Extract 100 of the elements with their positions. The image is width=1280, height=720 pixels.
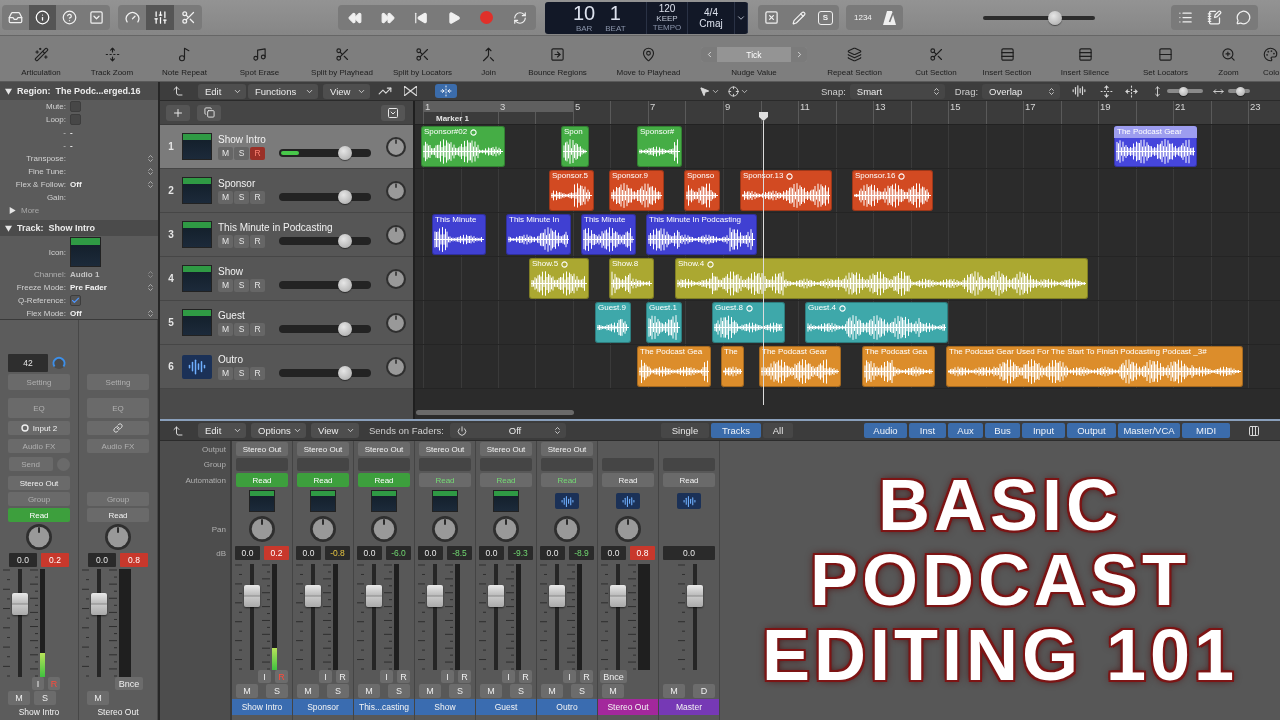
menu-button[interactable]: View <box>323 83 370 99</box>
collapse-button[interactable] <box>381 104 405 121</box>
strip-button[interactable]: M <box>236 684 258 698</box>
strip-button[interactable]: M <box>8 691 30 705</box>
strip-button[interactable]: R <box>397 670 410 683</box>
audio-region[interactable]: Show.5 <box>529 258 589 299</box>
strip-button[interactable]: I <box>380 670 393 683</box>
volume-slider[interactable] <box>279 190 371 204</box>
toolbar-button[interactable]: Insert Silence <box>1043 36 1127 81</box>
master-volume-slider[interactable] <box>982 10 1095 25</box>
audio-region[interactable]: This Minute In Podcasting <box>646 214 757 255</box>
automation-button[interactable]: Read <box>8 508 70 522</box>
automation-button[interactable]: Read <box>236 473 288 487</box>
checkbox[interactable] <box>70 101 81 112</box>
audio-region[interactable]: Spon <box>561 126 589 167</box>
audio-region[interactable]: Sponso <box>684 170 720 211</box>
setting-button[interactable]: Setting <box>8 374 70 390</box>
pan-knob[interactable] <box>386 312 406 333</box>
toolbar-button[interactable]: Track Zoom <box>76 36 148 81</box>
audio-fx-slot[interactable]: Audio FX <box>8 439 70 453</box>
audio-region[interactable]: This Minute <box>432 214 486 255</box>
strip-button[interactable]: M <box>87 691 109 705</box>
audio-region[interactable]: Sponsor.9 <box>609 170 664 211</box>
fit-horizontal-button[interactable] <box>1125 83 1139 99</box>
disclosure-triangle-icon[interactable] <box>5 87 12 95</box>
strip-button[interactable]: I <box>319 670 332 683</box>
pan-knob[interactable] <box>371 516 397 542</box>
volume-slider[interactable] <box>279 146 371 160</box>
input-slot[interactable] <box>87 421 149 435</box>
volume-slider[interactable] <box>279 366 371 380</box>
slider-thumb[interactable] <box>337 234 352 248</box>
pan-knob[interactable] <box>105 524 131 550</box>
more-label[interactable]: More <box>21 206 40 215</box>
fit-vertical-button[interactable] <box>1100 83 1114 99</box>
marquee-tool-menu[interactable] <box>728 83 749 99</box>
eq-button[interactable]: EQ <box>8 398 70 418</box>
add-track-button[interactable] <box>166 104 190 121</box>
audio-region[interactable]: The Podcast Gear Used For The Start To Finish Podcasting Podcast _3# <box>946 346 1243 387</box>
automation-button[interactable]: Read <box>297 473 349 487</box>
view-button[interactable] <box>146 5 174 30</box>
pan-knob[interactable] <box>386 268 406 289</box>
audio-region[interactable]: Sponsor.5 <box>549 170 594 211</box>
view-tab[interactable]: All <box>763 423 793 438</box>
channel-name[interactable]: Show Intro <box>232 699 292 715</box>
audio-fx-slot[interactable]: Audio FX <box>87 439 149 453</box>
strip-button[interactable]: S <box>510 684 532 698</box>
audio-region[interactable]: The Podcast Gea <box>637 346 711 387</box>
slider-thumb[interactable] <box>1179 86 1189 96</box>
gain-knob-icon[interactable] <box>52 356 66 370</box>
track-button[interactable]: S <box>234 322 249 336</box>
view-tab[interactable]: Single <box>661 423 709 438</box>
track-button[interactable]: M <box>218 190 233 204</box>
pan-knob[interactable] <box>386 356 406 377</box>
toolbar-button[interactable]: Repeat Section <box>808 36 901 81</box>
track-header[interactable]: 2 Sponsor M S R <box>160 169 413 213</box>
strip-button[interactable]: M <box>419 684 441 698</box>
track-header[interactable]: 5 Guest M S R <box>160 301 413 345</box>
automation-button[interactable]: Read <box>480 473 532 487</box>
audio-region[interactable]: This Minute In <box>506 214 571 255</box>
output-slot[interactable]: Stereo Out <box>419 442 471 456</box>
strip-button[interactable]: I <box>32 677 44 690</box>
field-value[interactable]: Pre Fader <box>70 283 107 292</box>
audio-region[interactable]: Sponsor# <box>637 126 682 167</box>
filter-button[interactable]: Bus <box>985 423 1020 438</box>
duplicate-track-button[interactable] <box>197 104 221 121</box>
disclosure-triangle-icon[interactable] <box>9 207 16 214</box>
toolbar-button[interactable]: Zoom <box>1204 36 1253 81</box>
toolbar-button[interactable]: Move to Playhead <box>597 36 700 81</box>
pan-knob[interactable] <box>554 516 580 542</box>
scrollbar-thumb[interactable] <box>416 409 574 415</box>
up-down-icon[interactable] <box>146 167 155 176</box>
count-in-button[interactable]: 1234 <box>846 5 876 30</box>
strip-button[interactable]: R <box>580 670 593 683</box>
toolbar-button[interactable]: Split by Playhead <box>298 36 386 81</box>
track-button[interactable]: R <box>250 234 265 248</box>
drag-dropdown[interactable]: Overlap <box>982 83 1061 99</box>
output-slot[interactable]: Stereo Out <box>236 442 288 456</box>
field-value[interactable]: Off <box>70 180 82 189</box>
strip-button[interactable]: I <box>563 670 576 683</box>
automation-button[interactable]: Read <box>419 473 471 487</box>
pan-knob[interactable] <box>386 136 406 157</box>
pan-knob[interactable] <box>432 516 458 542</box>
strip-button[interactable]: D <box>693 684 715 698</box>
track-header[interactable]: 3 This Minute in Podcasting M S R <box>160 213 413 257</box>
flex-button[interactable] <box>435 84 457 98</box>
channel-name[interactable]: Sponsor <box>293 699 353 715</box>
toolbar-button[interactable]: Set Locators <box>1127 36 1204 81</box>
strip-button[interactable]: S <box>449 684 471 698</box>
toolbar-button[interactable]: Join <box>459 36 518 81</box>
waveform-zoom-button[interactable] <box>1072 83 1087 99</box>
output-slot[interactable]: Stereo Out <box>541 442 593 456</box>
track-button[interactable]: S <box>234 234 249 248</box>
output-slot[interactable]: Stereo Out <box>8 476 70 490</box>
strip-button[interactable]: Bnce <box>600 670 627 683</box>
checkbox[interactable] <box>70 295 81 306</box>
audio-region[interactable]: This Minute <box>581 214 636 255</box>
audio-region[interactable]: Sponsor#02 <box>421 126 505 167</box>
filter-button[interactable]: Output <box>1067 423 1116 438</box>
up-down-icon[interactable] <box>146 180 155 189</box>
slider-thumb[interactable] <box>337 278 352 292</box>
